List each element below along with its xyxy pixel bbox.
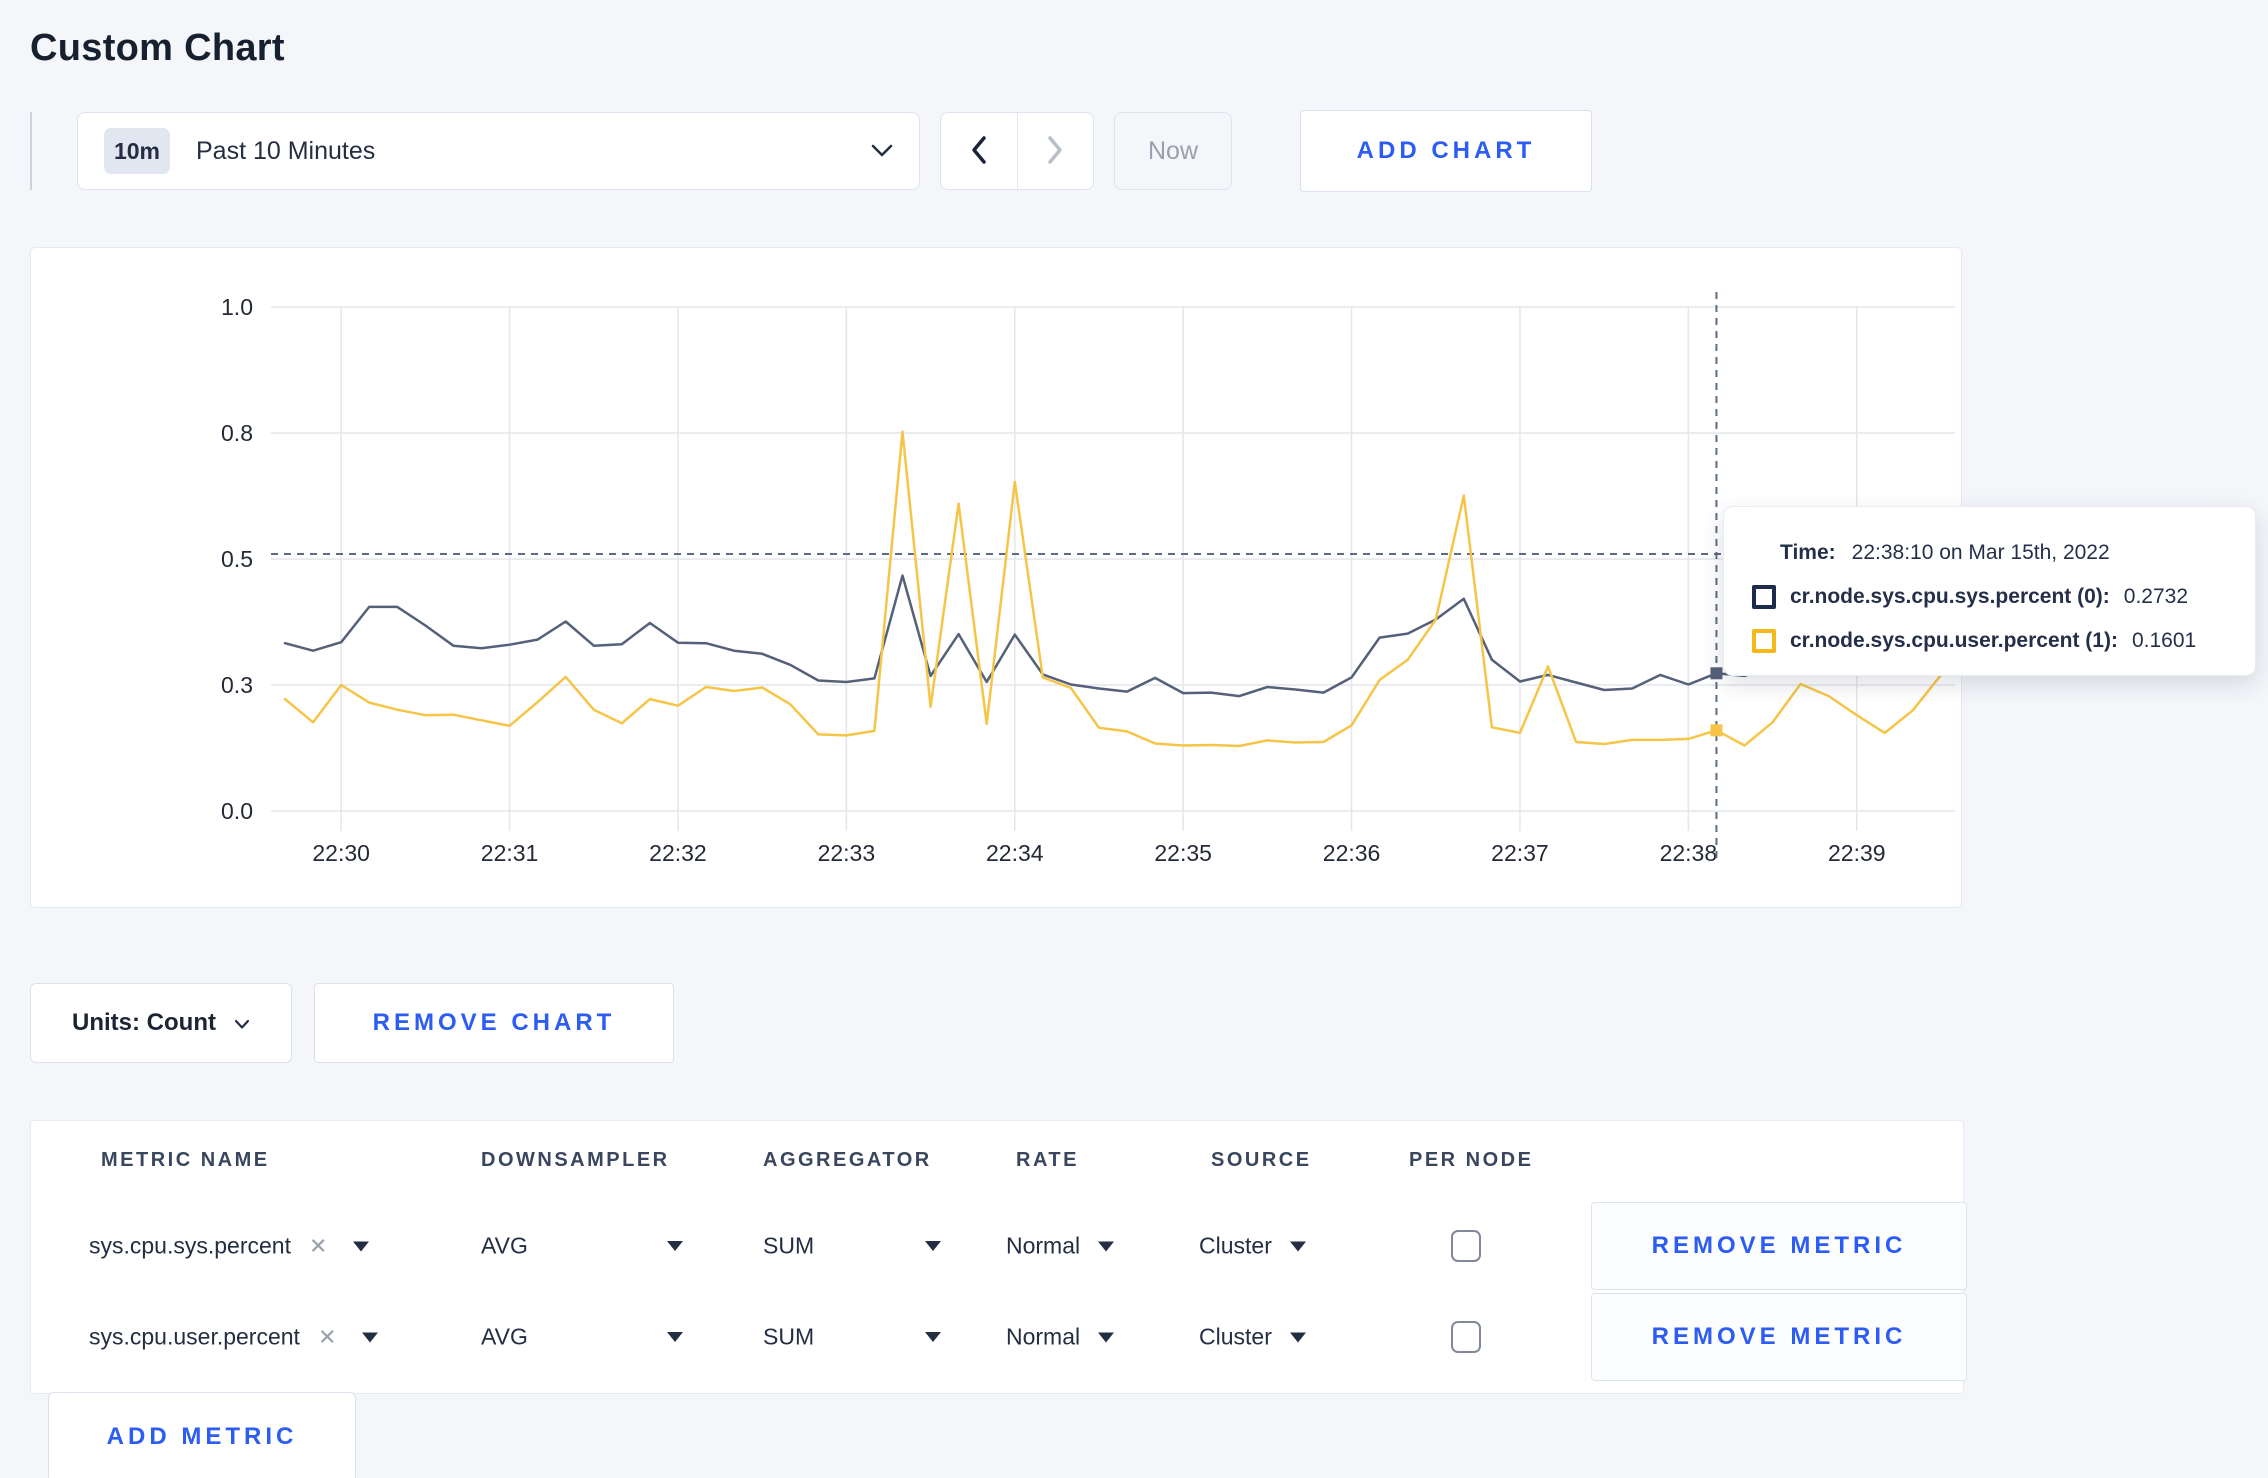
chart-panel: 0.0 0.3 0.5 0.8 1.0 22:30 22:31 22:32 22:33 22:34… (30, 247, 1962, 908)
chevron-down-icon[interactable] (362, 1332, 379, 1342)
prev-range-button[interactable] (941, 113, 1017, 189)
metric-name-value: sys.cpu.sys.percent (89, 1232, 291, 1259)
page-title: Custom Chart (30, 27, 285, 70)
aggregator-select[interactable]: SUM (763, 1233, 814, 1260)
table-row: sys.cpu.sys.percent ✕ AVG SUM Normal Clu… (31, 1202, 1967, 1290)
next-range-button[interactable] (1016, 113, 1094, 189)
tooltip-series-value: 0.2732 (2123, 585, 2189, 608)
svg-text:22:32: 22:32 (649, 840, 707, 866)
downsampler-select[interactable]: AVG (481, 1324, 528, 1351)
tooltip-time-value: 22:38:10 on Mar 15th, 2022 (1851, 541, 2110, 564)
rate-value: Normal (1006, 1323, 1081, 1350)
svg-text:0.0: 0.0 (221, 798, 253, 824)
downsampler-value: AVG (481, 1232, 528, 1259)
aggregator-value: SUM (763, 1323, 815, 1350)
line-chart[interactable]: 0.0 0.3 0.5 0.8 1.0 22:30 22:31 22:32 22:33 22:34… (31, 248, 1961, 907)
time-range-badge: 10m (104, 128, 170, 174)
column-header-aggregator: AGGREGATOR (763, 1149, 932, 1171)
chevron-left-icon (969, 135, 989, 168)
remove-chart-button[interactable]: REMOVE CHART (314, 983, 674, 1063)
downsampler-select[interactable]: AVG (481, 1233, 528, 1260)
tooltip-series-name: cr.node.sys.cpu.user.percent (1): (1790, 629, 2118, 652)
tooltip-series-row: cr.node.sys.cpu.sys.percent (0): 0.2732 (1752, 575, 2255, 619)
per-node-checkbox[interactable] (1451, 1321, 1481, 1353)
clear-metric-icon[interactable]: ✕ (318, 1324, 336, 1350)
chevron-down-icon (1289, 1332, 1306, 1342)
metric-name-select[interactable]: sys.cpu.user.percent ✕ (89, 1323, 379, 1351)
aggregator-value: SUM (763, 1232, 815, 1259)
chevron-down-icon[interactable] (925, 1241, 941, 1251)
svg-text:22:31: 22:31 (481, 840, 539, 866)
tooltip-time-label: Time: (1780, 541, 1836, 564)
add-chart-button[interactable]: ADD CHART (1300, 110, 1592, 192)
now-button[interactable]: Now (1114, 112, 1232, 190)
clear-metric-icon[interactable]: ✕ (309, 1233, 327, 1259)
column-header-source: SOURCE (1211, 1149, 1312, 1171)
metrics-table: METRIC NAME DOWNSAMPLER AGGREGATOR RATE … (30, 1120, 1967, 1394)
chevron-right-icon (1045, 135, 1065, 168)
source-value: Cluster (1199, 1323, 1272, 1350)
aggregator-select[interactable]: SUM (763, 1324, 814, 1351)
source-value: Cluster (1199, 1232, 1272, 1259)
add-metric-button[interactable]: ADD METRIC (48, 1392, 356, 1478)
svg-text:0.3: 0.3 (221, 672, 253, 698)
rate-select[interactable]: Normal (1006, 1323, 1115, 1351)
custom-chart-page: Custom Chart 10m Past 10 Minutes Now ADD… (0, 0, 2268, 1478)
column-header-per-node: PER NODE (1409, 1149, 1534, 1171)
chevron-down-icon (1289, 1241, 1306, 1251)
svg-text:22:39: 22:39 (1828, 840, 1886, 866)
chevron-down-icon (871, 144, 893, 158)
remove-metric-button[interactable]: REMOVE METRIC (1591, 1202, 1967, 1290)
toolbar-divider (30, 112, 32, 190)
svg-text:22:33: 22:33 (818, 840, 876, 866)
svg-text:22:30: 22:30 (312, 840, 370, 866)
tooltip-series-name: cr.node.sys.cpu.sys.percent (0): (1790, 585, 2110, 608)
svg-text:0.8: 0.8 (221, 420, 253, 446)
source-select[interactable]: Cluster (1199, 1324, 1306, 1351)
tooltip-time-row: Time: 22:38:10 on Mar 15th, 2022 (1752, 531, 2255, 575)
series-user-swatch-icon (1752, 629, 1776, 653)
metric-name-value: sys.cpu.user.percent (89, 1323, 300, 1350)
svg-text:1.0: 1.0 (221, 294, 253, 320)
source-select[interactable]: Cluster (1199, 1233, 1306, 1260)
chevron-down-icon[interactable] (353, 1241, 370, 1251)
time-range-selector[interactable]: 10m Past 10 Minutes (77, 112, 920, 190)
table-row: sys.cpu.user.percent ✕ AVG SUM Normal Cl… (31, 1293, 1967, 1381)
units-select[interactable]: Units: Count (30, 983, 292, 1063)
svg-text:22:34: 22:34 (986, 840, 1044, 866)
svg-text:22:35: 22:35 (1154, 840, 1212, 866)
chart-tooltip: Time: 22:38:10 on Mar 15th, 2022 cr.node… (1723, 506, 2256, 676)
svg-text:22:38: 22:38 (1660, 840, 1718, 866)
remove-metric-button[interactable]: REMOVE METRIC (1591, 1293, 1967, 1381)
chevron-down-icon (234, 1009, 250, 1037)
downsampler-value: AVG (481, 1323, 528, 1350)
chevron-down-icon[interactable] (667, 1241, 683, 1251)
metric-name-select[interactable]: sys.cpu.sys.percent ✕ (89, 1232, 370, 1260)
column-header-metric-name: METRIC NAME (101, 1149, 270, 1171)
svg-text:22:36: 22:36 (1323, 840, 1381, 866)
chevron-down-icon (1098, 1332, 1115, 1342)
per-node-checkbox[interactable] (1451, 1230, 1481, 1262)
series-sys-swatch-icon (1752, 585, 1776, 609)
svg-text:22:37: 22:37 (1491, 840, 1549, 866)
time-range-label: Past 10 Minutes (196, 136, 376, 165)
column-header-rate: RATE (1016, 1149, 1079, 1171)
svg-text:0.5: 0.5 (221, 546, 253, 572)
chevron-down-icon (1098, 1241, 1115, 1251)
column-header-downsampler: DOWNSAMPLER (481, 1149, 670, 1171)
tooltip-series-value: 0.1601 (2131, 629, 2197, 652)
chevron-down-icon[interactable] (925, 1332, 941, 1342)
tooltip-series-row: cr.node.sys.cpu.user.percent (1): 0.1601 (1752, 619, 2255, 663)
time-range-pager (940, 112, 1094, 190)
units-label: Units: Count (72, 1009, 216, 1036)
rate-value: Normal (1006, 1232, 1081, 1259)
chevron-down-icon[interactable] (667, 1332, 683, 1342)
rate-select[interactable]: Normal (1006, 1232, 1115, 1260)
